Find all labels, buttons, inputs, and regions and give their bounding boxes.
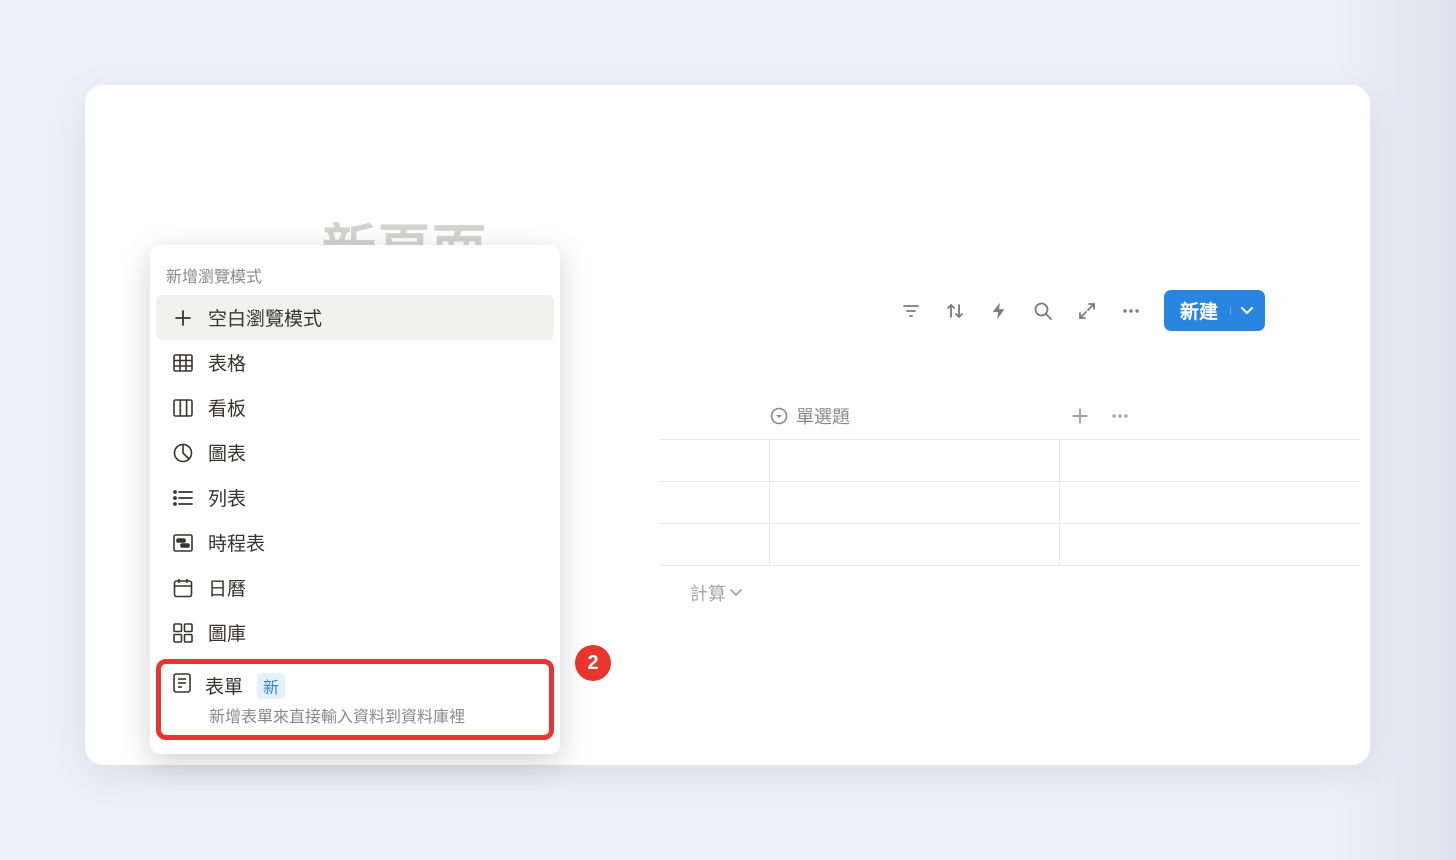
new-button-label: 新建 [1180,297,1218,324]
chevron-down-icon [730,589,742,597]
chevron-down-icon [1241,307,1253,315]
filter-button[interactable] [900,300,922,322]
table-cell[interactable] [770,482,1060,523]
db-header-row: 單選題 [660,403,1360,440]
table-icon [172,352,194,374]
more-icon [1121,301,1141,321]
calculate-label: 計算 [690,580,726,606]
menu-item-gallery[interactable]: 圖庫 [156,610,554,655]
menu-item-label: 圖表 [208,439,246,466]
database-table: 單選題 [660,403,1360,606]
table-row[interactable] [660,440,1360,482]
sort-icon [945,301,965,321]
new-button-dropdown[interactable] [1230,307,1253,315]
search-button[interactable] [1032,300,1054,322]
table-row[interactable] [660,482,1360,524]
menu-item-list[interactable]: 列表 [156,475,554,520]
annotation-badge-2: 2 [575,645,611,681]
gallery-icon [172,622,194,644]
menu-item-form-description: 新增表單來直接輸入資料到資料庫裡 [209,703,537,727]
chart-icon [172,442,194,464]
menu-item-label: 列表 [208,484,246,511]
more-button[interactable] [1120,300,1142,322]
lightning-icon [990,301,1008,321]
menu-item-label: 圖庫 [208,619,246,646]
menu-item-form-label: 表單 [205,672,243,699]
plus-icon [172,307,194,329]
sort-button[interactable] [944,300,966,322]
table-cell[interactable] [660,524,770,565]
search-icon [1033,301,1053,321]
add-view-dropdown: 新增瀏覽模式 空白瀏覽模式 表格 看板 圖表 列表 時程表 [150,245,560,754]
table-row[interactable] [660,524,1360,566]
menu-item-board[interactable]: 看板 [156,385,554,430]
menu-item-table[interactable]: 表格 [156,340,554,385]
db-footer: 計算 [660,566,1360,606]
expand-button[interactable] [1076,300,1098,322]
menu-item-form[interactable]: 表單 新 新增表單來直接輸入資料到資料庫裡 [156,659,554,740]
menu-item-label: 空白瀏覽模式 [208,304,322,331]
calendar-icon [172,577,194,599]
menu-item-label: 日曆 [208,574,246,601]
automation-button[interactable] [988,300,1010,322]
menu-item-chart[interactable]: 圖表 [156,430,554,475]
table-cell[interactable] [770,440,1060,481]
table-cell[interactable] [660,440,770,481]
toolbar-right: 新建 [900,290,1265,331]
expand-icon [1077,301,1097,321]
board-icon [172,397,194,419]
db-col-select-label: 單選題 [796,403,850,429]
menu-item-label: 時程表 [208,529,265,556]
menu-item-label: 表格 [208,349,246,376]
more-icon [1110,406,1130,426]
db-col-select[interactable]: 單選題 [770,403,1060,429]
menu-item-blank-view[interactable]: 空白瀏覽模式 [156,295,554,340]
calculate-button[interactable]: 計算 [690,580,742,606]
menu-item-label: 看板 [208,394,246,421]
plus-icon [1071,407,1089,425]
db-add-column-button[interactable] [1060,407,1100,425]
dropdown-header: 新增瀏覽模式 [150,253,560,295]
new-badge: 新 [257,673,285,699]
new-button[interactable]: 新建 [1164,290,1265,331]
table-cell[interactable] [660,482,770,523]
db-column-more-button[interactable] [1100,406,1140,426]
menu-item-timeline[interactable]: 時程表 [156,520,554,565]
filter-icon [901,301,921,321]
list-icon [172,487,194,509]
table-cell[interactable] [770,524,1060,565]
timeline-icon [172,532,194,554]
select-column-icon [770,407,788,425]
form-icon [173,673,191,698]
menu-item-calendar[interactable]: 日曆 [156,565,554,610]
